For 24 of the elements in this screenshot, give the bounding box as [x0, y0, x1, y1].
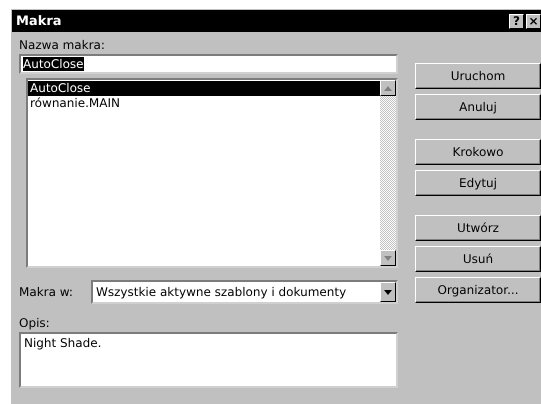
- dialog-button[interactable]: Organizator...: [415, 277, 541, 303]
- list-item[interactable]: równanie.MAIN: [28, 96, 380, 111]
- list-item[interactable]: AutoClose: [28, 81, 380, 96]
- help-button[interactable]: ?: [509, 14, 524, 28]
- scroll-up-icon[interactable]: [380, 80, 396, 96]
- macro-list[interactable]: AutoClose równanie.MAIN: [26, 78, 398, 268]
- dialog-button[interactable]: Krokowo: [415, 139, 541, 165]
- description-text: Night Shade.: [24, 336, 102, 350]
- field-label: Makra w:: [19, 285, 74, 299]
- scroll-down-icon[interactable]: [380, 250, 396, 266]
- dialog-button[interactable]: Edytuj: [415, 170, 541, 196]
- macro-name-field[interactable]: AutoClose: [19, 54, 398, 74]
- dialog-button[interactable]: Usuń: [415, 246, 541, 272]
- dialog-button[interactable]: Uruchom: [415, 63, 541, 89]
- field-value: AutoClose: [23, 57, 84, 71]
- field-label: Opis:: [19, 316, 51, 330]
- close-button[interactable]: ×: [526, 14, 541, 28]
- window-title: Makra: [16, 14, 63, 28]
- field-label: Nazwa makra:: [19, 38, 106, 52]
- dialog-button[interactable]: Utwórz: [415, 215, 541, 241]
- macros-in-dropdown[interactable]: Wszystkie aktywne szablony i dokumenty: [91, 280, 398, 304]
- dialog-button[interactable]: Anuluj: [415, 94, 541, 120]
- description-box[interactable]: Night Shade.: [19, 332, 398, 388]
- scrollbar[interactable]: [380, 80, 396, 266]
